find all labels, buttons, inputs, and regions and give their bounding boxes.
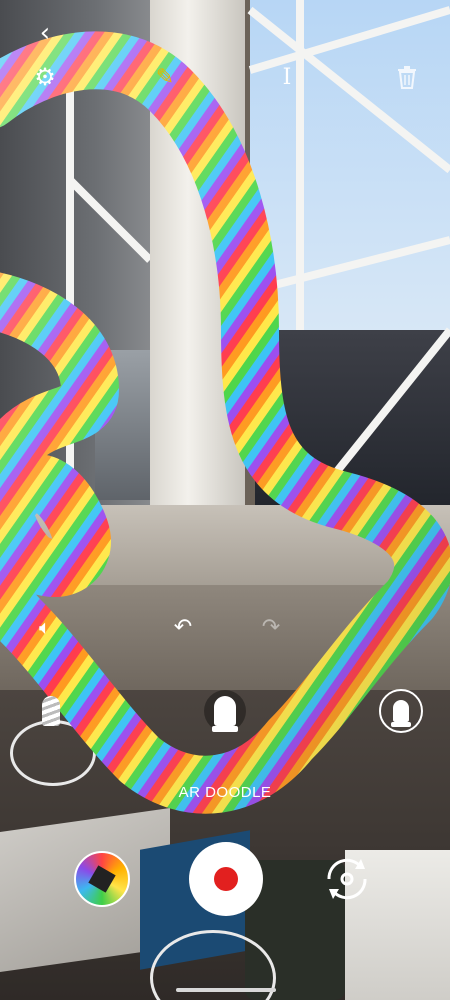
brush-tip-outline[interactable] [378,688,424,734]
settings-button[interactable]: ⚙ [30,62,60,92]
back-button[interactable]: ‹ [30,18,60,48]
brush-ring [379,689,423,733]
brush-selection-bg [204,690,246,732]
pen-button[interactable]: ✎ [150,62,180,92]
brush-tip-icon [212,696,238,732]
record-button[interactable] [189,842,263,916]
home-indicator[interactable] [176,988,276,992]
chevron-left-icon: ‹ [39,18,51,48]
redo-button[interactable]: ↷ [256,612,286,642]
ar-doodle-ui: ‹ ⚙ ✎ I 🔈︎ ↶ ↷ AR DOODLE [0,0,450,1000]
brush-twisted[interactable] [28,688,74,734]
twisted-brush-icon [42,696,60,726]
sound-button[interactable]: 🔈︎ [30,612,60,642]
switch-camera-icon [327,858,367,900]
mode-label: AR DOODLE [178,784,272,801]
text-cursor-icon: I [282,64,292,90]
gallery-thumbnail[interactable] [74,851,130,907]
undo-button[interactable]: ↶ [168,612,198,642]
undo-icon: ↶ [173,614,193,640]
switch-camera-button[interactable] [319,853,375,905]
trash-icon [398,66,416,89]
gear-icon: ⚙ [34,63,56,91]
redo-icon: ↷ [261,614,281,640]
brush-tip-selected[interactable] [202,688,248,734]
pen-icon: ✎ [155,64,175,90]
speaker-icon: 🔈︎ [39,615,51,639]
text-button[interactable]: I [272,62,302,92]
delete-button[interactable] [392,62,422,92]
brush-tip-outline-icon [391,700,411,727]
record-icon [214,867,238,891]
